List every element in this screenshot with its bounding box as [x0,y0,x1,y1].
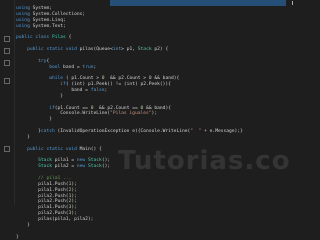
code-token: pila2.Push( [16,211,69,217]
code-token: (p1.Count == [54,105,91,111]
code-token: System.Collections; [32,11,86,17]
code-token: { [46,58,50,64]
code-token: bool [49,64,61,70]
code-line[interactable]: } [16,235,298,240]
code-token: public class [16,35,52,41]
code-token: > p1, [121,47,138,53]
code-token: Stack [38,164,52,170]
code-token: using [16,17,33,23]
code-token: catch [40,129,55,135]
code-token: ); [151,111,158,117]
code-token: band = [16,88,91,94]
code-token: int [112,47,122,53]
code-token: true [82,64,94,70]
code-token: } [16,234,19,240]
code-token: pilas(Queue< [79,47,113,53]
code-token: } [16,134,30,140]
code-token: pila2 = [51,164,77,170]
code-token: Stack [87,158,102,164]
code-token: ; [104,88,108,94]
code-token: " " [190,129,202,135]
editor-gutter [0,0,15,205]
code-token: ); [71,211,77,217]
code-token: } [16,117,52,123]
code-token: pilas(pila1, pila2); [16,216,94,222]
fold-toggle-icon[interactable] [4,78,10,84]
code-token: public static void [27,47,80,53]
code-token: } [16,222,30,228]
code-token: pila1.Push( [16,187,69,193]
code-token: } [16,129,41,135]
code-token: ); [71,199,77,205]
code-token: && p2.Count == [93,105,141,111]
code-token: Console.WriteLine( [16,111,111,117]
code-token: new [76,158,88,164]
code-token: using [16,6,33,11]
code-token: (InvalidOperationException e){Console.Wr… [54,129,191,135]
code-token: + e.Message);} [201,129,243,135]
code-area[interactable]: using System; using System.Collections; us… [16,6,298,240]
code-token: while [49,76,64,82]
code-token: (); [101,158,111,164]
code-token: ); [71,205,77,211]
code-token: System.Linq; [32,17,66,23]
code-token: Stack [38,158,52,164]
fold-toggle-icon[interactable] [4,36,10,42]
code-token: (); [101,164,111,170]
code-token: } [16,93,64,99]
code-token: ( (int) p1.Peek() != (int) p2.Peek()){ [65,82,171,88]
code-token: pila1.Push( [16,181,69,187]
code-token: ; [93,64,97,70]
code-token: && band){ [143,105,171,111]
code-token: System; [32,6,52,11]
code-token: using [16,11,33,17]
code-token: Stack [87,164,102,170]
code-editor[interactable]: using System; using System.Collections; us… [0,0,300,240]
fold-toggle-icon[interactable] [4,48,10,54]
code-token: Pilas [51,35,66,41]
code-token: "Pilas iguales" [110,111,152,117]
code-token: using [16,23,33,29]
fold-toggle-icon[interactable] [4,146,10,152]
code-token: ); [71,193,77,199]
code-token: public static void [27,146,80,152]
code-token: new [76,164,88,170]
code-token: { [65,35,72,41]
code-token: System.Text; [32,23,66,29]
code-token: && p2.Count > [104,76,149,82]
fold-toggle-icon[interactable] [4,60,10,66]
code-token: p2) { [151,47,169,53]
code-token: band = [60,64,83,70]
text-cursor [292,1,293,5]
code-token: pila1 = [51,158,77,164]
code-token: ); [71,181,77,187]
code-token: ); [71,187,77,193]
code-token: && band){ [151,76,180,82]
code-token: Main() { [79,146,102,152]
code-token: ( p1.Count > [63,76,102,82]
code-token: false [90,88,105,94]
watermark: Tutorias.co [118,146,291,176]
code-token: // pila1 ... [38,175,72,181]
code-token: Stack [137,47,152,53]
code-token: pila2.Push( [16,199,69,205]
code-token: pila1.Push( [16,205,69,211]
code-token: pila2.Push( [16,193,69,199]
